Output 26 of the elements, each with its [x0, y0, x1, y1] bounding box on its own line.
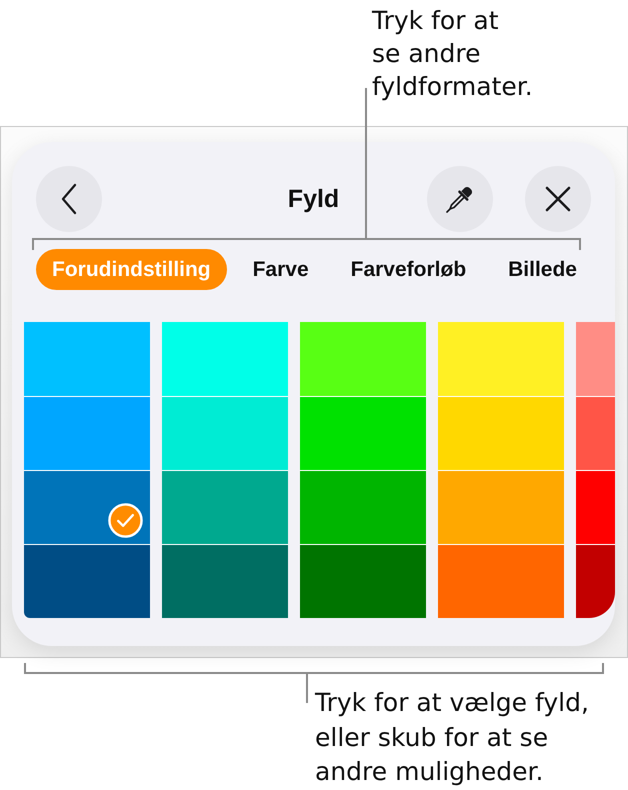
- color-swatch[interactable]: [24, 396, 150, 470]
- color-swatch[interactable]: [24, 470, 150, 544]
- callout-text: Tryk for at se andre fyldformater.: [372, 5, 533, 103]
- fill-type-tab[interactable]: Farveforløb: [334, 249, 482, 290]
- color-swatch[interactable]: [300, 322, 426, 396]
- callout-text: Tryk for at vælge fyld, eller skub for at se andre muligheder.: [315, 687, 589, 788]
- fill-type-tab[interactable]: Farve: [236, 249, 325, 290]
- color-swatch[interactable]: [24, 544, 150, 618]
- color-swatch[interactable]: [162, 322, 288, 396]
- chevron-left-icon: [61, 183, 77, 215]
- eyedropper-icon: [445, 184, 475, 214]
- color-swatch[interactable]: [300, 470, 426, 544]
- color-swatch[interactable]: [162, 470, 288, 544]
- close-icon: [545, 186, 571, 212]
- color-swatch[interactable]: [300, 396, 426, 470]
- panel-title: Fyld: [288, 184, 340, 214]
- fill-type-tab[interactable]: Billede: [492, 249, 593, 290]
- color-swatch[interactable]: [24, 322, 150, 396]
- color-swatch[interactable]: [438, 322, 564, 396]
- color-swatch[interactable]: [162, 396, 288, 470]
- color-swatch[interactable]: [162, 544, 288, 618]
- checkmark-icon: [108, 503, 143, 538]
- color-swatch[interactable]: [438, 396, 564, 470]
- color-swatch[interactable]: [438, 544, 564, 618]
- color-swatch[interactable]: [438, 470, 564, 544]
- color-swatch[interactable]: [300, 544, 426, 618]
